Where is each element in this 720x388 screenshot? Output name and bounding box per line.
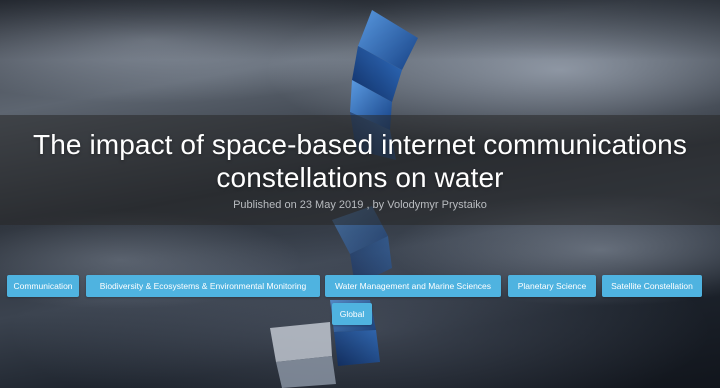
article-meta: Published on 23 May 2019 , by Volodymyr … [0,198,720,212]
published-prefix: Published on [233,199,297,211]
published-date: 23 May 2019 [299,199,364,211]
author-prefix: , by [366,199,385,211]
tag-water-management[interactable]: Water Management and Marine Sciences [325,275,501,297]
tag-satellite-constellation[interactable]: Satellite Constellation [602,275,702,297]
tag-planetary-science[interactable]: Planetary Science [508,275,596,297]
article-title: The impact of space-based internet commu… [0,128,720,194]
author-name[interactable]: Volodymyr Prystaiko [387,199,487,211]
article-title-line2: constellations on water [216,162,504,193]
article-title-line1: The impact of space-based internet commu… [33,129,687,160]
tag-communication[interactable]: Communication [7,275,79,297]
tag-biodiversity[interactable]: Biodiversity & Ecosystems & Environmenta… [86,275,320,297]
tag-global[interactable]: Global [332,303,372,325]
hero-image: The impact of space-based internet commu… [0,0,720,388]
